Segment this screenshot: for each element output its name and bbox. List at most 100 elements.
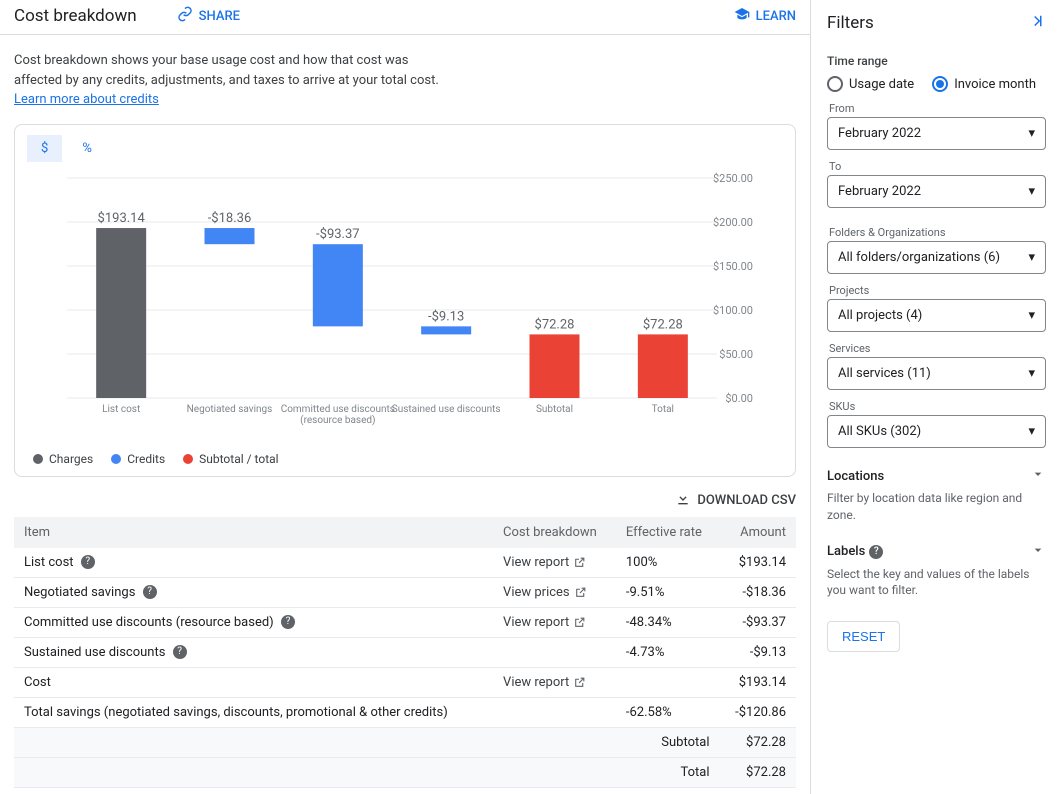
chevron-down-icon: ▾ bbox=[1028, 424, 1035, 439]
tab-percent[interactable]: % bbox=[68, 135, 106, 162]
chevron-down-icon: ▾ bbox=[1028, 366, 1035, 381]
collapse-panel-icon[interactable] bbox=[1028, 12, 1046, 34]
skus-select[interactable]: All SKUs (302)▾ bbox=[827, 415, 1046, 448]
table-row: Cost View report $193.14 bbox=[14, 667, 796, 697]
download-csv-button[interactable]: DOWNLOAD CSV bbox=[675, 491, 796, 511]
cell-amount: $193.14 bbox=[719, 548, 796, 578]
link-icon bbox=[177, 6, 193, 26]
legend-item: Charges bbox=[33, 452, 93, 466]
help-icon[interactable]: ? bbox=[173, 645, 187, 659]
cell-rate: -9.51% bbox=[616, 577, 720, 607]
locations-desc: Filter by location data like region and … bbox=[827, 490, 1046, 524]
chevron-down-icon: ▾ bbox=[1028, 184, 1035, 199]
view-link[interactable]: View report bbox=[503, 615, 586, 630]
svg-text:Total: Total bbox=[652, 404, 674, 415]
projects-select[interactable]: All projects (4)▾ bbox=[827, 299, 1046, 332]
cell-link: View report bbox=[493, 667, 616, 697]
svg-text:List cost: List cost bbox=[102, 404, 140, 415]
svg-text:Negotiated savings: Negotiated savings bbox=[187, 404, 273, 415]
description-text: Cost breakdown shows your base usage cos… bbox=[0, 35, 460, 120]
services-label: Services bbox=[827, 342, 1046, 355]
cell-link bbox=[493, 697, 616, 727]
chevron-down-icon: ▾ bbox=[1028, 308, 1035, 323]
svg-text:$50.00: $50.00 bbox=[719, 348, 753, 361]
table-row: List cost ?View report 100%$193.14 bbox=[14, 548, 796, 578]
projects-label: Projects bbox=[827, 284, 1046, 297]
filters-title: Filters bbox=[827, 13, 874, 33]
chart-legend: Charges Credits Subtotal / total bbox=[27, 442, 783, 466]
locations-section[interactable]: Locations bbox=[827, 466, 1046, 486]
legend-item: Subtotal / total bbox=[183, 452, 278, 466]
svg-text:$150.00: $150.00 bbox=[713, 260, 753, 273]
svg-text:Committed use discounts(resour: Committed use discounts(resource based) bbox=[281, 404, 395, 426]
cell-item: Sustained use discounts ? bbox=[14, 637, 493, 667]
svg-text:$72.28: $72.28 bbox=[643, 317, 683, 332]
table-row: Committed use discounts (resource based)… bbox=[14, 607, 796, 637]
labels-section[interactable]: Labels? bbox=[827, 542, 1046, 562]
cell-amount: $193.14 bbox=[719, 667, 796, 697]
cell-amount: -$120.86 bbox=[719, 697, 796, 727]
tab-currency[interactable]: $ bbox=[27, 135, 62, 162]
radio-invoice-month[interactable]: Invoice month bbox=[932, 76, 1036, 92]
download-icon bbox=[675, 491, 691, 511]
cell-amount: -$93.37 bbox=[719, 607, 796, 637]
open-in-new-icon bbox=[573, 555, 586, 570]
chart-card: $ % $0.00 $50.00 $100.00 $150.00 $200.00 $250… bbox=[14, 124, 796, 477]
cell-rate: 100% bbox=[616, 548, 720, 578]
cell-rate bbox=[616, 667, 720, 697]
radio-usage-date[interactable]: Usage date bbox=[827, 76, 914, 92]
table-row: Negotiated savings ?View prices -9.51%-$… bbox=[14, 577, 796, 607]
cell-amount: -$9.13 bbox=[719, 637, 796, 667]
legend-item: Credits bbox=[111, 452, 165, 466]
table-row: Total savings (negotiated savings, disco… bbox=[14, 697, 796, 727]
svg-text:-$9.13: -$9.13 bbox=[428, 309, 464, 324]
help-icon[interactable]: ? bbox=[281, 615, 295, 629]
services-select[interactable]: All services (11)▾ bbox=[827, 357, 1046, 390]
col-item: Item bbox=[14, 517, 493, 548]
chevron-down-icon: ▾ bbox=[1028, 250, 1035, 265]
svg-text:Subtotal: Subtotal bbox=[536, 404, 573, 415]
svg-text:$0.00: $0.00 bbox=[725, 392, 753, 405]
cell-rate: -48.34% bbox=[616, 607, 720, 637]
folders-select[interactable]: All folders/organizations (6)▾ bbox=[827, 241, 1046, 274]
svg-text:$200.00: $200.00 bbox=[713, 216, 753, 229]
cell-link: View report bbox=[493, 607, 616, 637]
cell-rate: -4.73% bbox=[616, 637, 720, 667]
help-icon[interactable]: ? bbox=[869, 545, 883, 559]
folders-label: Folders & Organizations bbox=[827, 226, 1046, 239]
cell-item: Total savings (negotiated savings, disco… bbox=[14, 697, 493, 727]
view-link[interactable]: View prices bbox=[503, 585, 587, 600]
view-link[interactable]: View report bbox=[503, 555, 586, 570]
open-in-new-icon bbox=[573, 615, 586, 630]
svg-text:Sustained use discounts: Sustained use discounts bbox=[392, 404, 501, 415]
cell-item: Cost bbox=[14, 667, 493, 697]
svg-text:-$18.36: -$18.36 bbox=[208, 211, 252, 226]
view-link[interactable]: View report bbox=[503, 675, 586, 690]
summary-row: Subtotal$72.28 bbox=[14, 727, 796, 757]
help-icon[interactable]: ? bbox=[143, 585, 157, 599]
col-rate: Effective rate bbox=[616, 517, 720, 548]
graduation-cap-icon bbox=[734, 6, 750, 26]
help-icon[interactable]: ? bbox=[81, 555, 95, 569]
from-select[interactable]: February 2022▾ bbox=[827, 117, 1046, 150]
reset-button[interactable]: RESET bbox=[827, 621, 900, 652]
learn-button[interactable]: LEARN bbox=[734, 6, 796, 26]
svg-text:$250.00: $250.00 bbox=[713, 172, 753, 185]
summary-row: Total$72.28 bbox=[14, 757, 796, 787]
from-label: From bbox=[827, 102, 1046, 115]
time-range-heading: Time range bbox=[827, 54, 1046, 68]
share-button[interactable]: SHARE bbox=[177, 6, 240, 26]
open-in-new-icon bbox=[573, 675, 586, 690]
chevron-down-icon bbox=[1030, 542, 1046, 562]
col-breakdown: Cost breakdown bbox=[493, 517, 616, 548]
cell-rate: -62.58% bbox=[616, 697, 720, 727]
open-in-new-icon bbox=[574, 585, 587, 600]
chevron-down-icon bbox=[1030, 466, 1046, 486]
chevron-down-icon: ▾ bbox=[1028, 126, 1035, 141]
col-amount: Amount bbox=[719, 517, 796, 548]
svg-text:$100.00: $100.00 bbox=[713, 304, 753, 317]
svg-text:-$93.37: -$93.37 bbox=[316, 227, 360, 242]
to-select[interactable]: February 2022▾ bbox=[827, 175, 1046, 208]
learn-more-link[interactable]: Learn more about credits bbox=[14, 92, 159, 107]
table-row: Sustained use discounts ? -4.73%-$9.13 bbox=[14, 637, 796, 667]
